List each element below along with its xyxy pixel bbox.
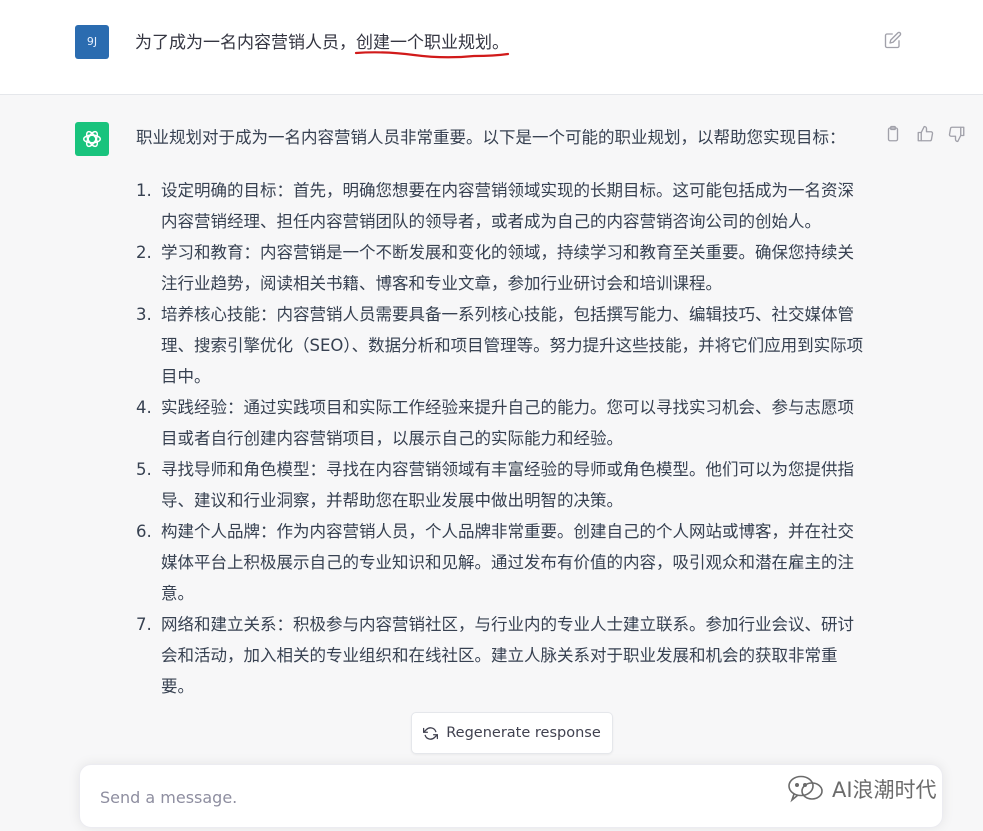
user-message-highlight: 创建一个职业规划。: [354, 28, 510, 59]
copy-icon[interactable]: [884, 125, 902, 143]
list-number: 3.: [136, 305, 152, 324]
regenerate-response-button[interactable]: Regenerate response: [411, 712, 613, 754]
user-message-row: 9J 为了成为一名内容营销人员，创建一个职业规划。: [0, 0, 983, 95]
list-item-text: 学习和教育：内容营销是一个不断发展和变化的领域，持续学习和教育至关重要。确保您持…: [161, 243, 854, 293]
list-item: 6. 构建个人品牌：作为内容营销人员，个人品牌非常重要。创建自己的个人网站或博客，…: [136, 516, 866, 609]
user-message-text: 为了成为一名内容营销人员，创建一个职业规划。: [135, 28, 510, 59]
watermark: AI浪潮时代: [786, 774, 937, 804]
watermark-text: AI浪潮时代: [832, 778, 937, 802]
wechat-icon: [788, 775, 823, 803]
chat-page: 9J 为了成为一名内容营销人员，创建一个职业规划。 职业规划对于成为一名内容营销…: [0, 0, 983, 831]
regenerate-label: Regenerate response: [446, 725, 601, 741]
edit-icon[interactable]: [884, 31, 902, 49]
red-underline-annotation: [354, 51, 510, 59]
list-item: 2. 学习和教育：内容营销是一个不断发展和变化的领域，持续学习和教育至关重要。确保…: [136, 237, 866, 299]
career-plan-list: 1. 设定明确的目标：首先，明确您想要在内容营销领域实现的长期目标。这可能包括成为…: [136, 175, 866, 702]
user-message-plain: 为了成为一名内容营销人员，: [135, 33, 356, 53]
list-item-text: 网络和建立关系：积极参与内容营销社区，与行业内的专业人士建立联系。参加行业会议、…: [161, 615, 854, 696]
list-item: 7. 网络和建立关系：积极参与内容营销社区，与行业内的专业人士建立联系。参加行业会…: [136, 609, 866, 702]
list-number: 7.: [136, 615, 152, 634]
list-item-text: 寻找导师和角色模型：寻找在内容营销领域有丰富经验的导师或角色模型。他们可以为您提…: [161, 460, 854, 510]
list-item-text: 设定明确的目标：首先，明确您想要在内容营销领域实现的长期目标。这可能包括成为一名…: [161, 181, 854, 231]
refresh-icon: [423, 726, 439, 740]
answer-intro: 职业规划对于成为一名内容营销人员非常重要。以下是一个可能的职业规划，以帮助您实现…: [136, 128, 846, 147]
list-item-text: 构建个人品牌：作为内容营销人员，个人品牌非常重要。创建自己的个人网站或博客，并在…: [161, 522, 854, 603]
list-number: 2.: [136, 243, 152, 262]
list-item-text: 培养核心技能：内容营销人员需要具备一系列核心技能，包括撰写能力、编辑技巧、社交媒…: [161, 305, 864, 386]
list-item: 1. 设定明确的目标：首先，明确您想要在内容营销领域实现的长期目标。这可能包括成为…: [136, 175, 866, 237]
list-item: 4. 实践经验：通过实践项目和实际工作经验来提升自己的能力。您可以寻找实习机会、参…: [136, 392, 866, 454]
list-item: 3. 培养核心技能：内容营销人员需要具备一系列核心技能，包括撰写能力、编辑技巧、社…: [136, 299, 866, 392]
list-item-text: 实践经验：通过实践项目和实际工作经验来提升自己的能力。您可以寻找实习机会、参与志…: [161, 398, 854, 448]
list-number: 4.: [136, 398, 152, 417]
list-number: 6.: [136, 522, 152, 541]
assistant-message-text: 职业规划对于成为一名内容营销人员非常重要。以下是一个可能的职业规划，以帮助您实现…: [136, 122, 866, 702]
list-number: 5.: [136, 460, 152, 479]
chatgpt-logo-icon: [75, 122, 109, 156]
thumbs-down-icon[interactable]: [948, 125, 966, 143]
list-number: 1.: [136, 181, 152, 200]
message-input[interactable]: [98, 783, 782, 811]
thumbs-up-icon[interactable]: [916, 125, 934, 143]
user-avatar: 9J: [75, 25, 109, 59]
list-item: 5. 寻找导师和角色模型：寻找在内容营销领域有丰富经验的导师或角色模型。他们可以为…: [136, 454, 866, 516]
message-actions: [884, 125, 966, 143]
